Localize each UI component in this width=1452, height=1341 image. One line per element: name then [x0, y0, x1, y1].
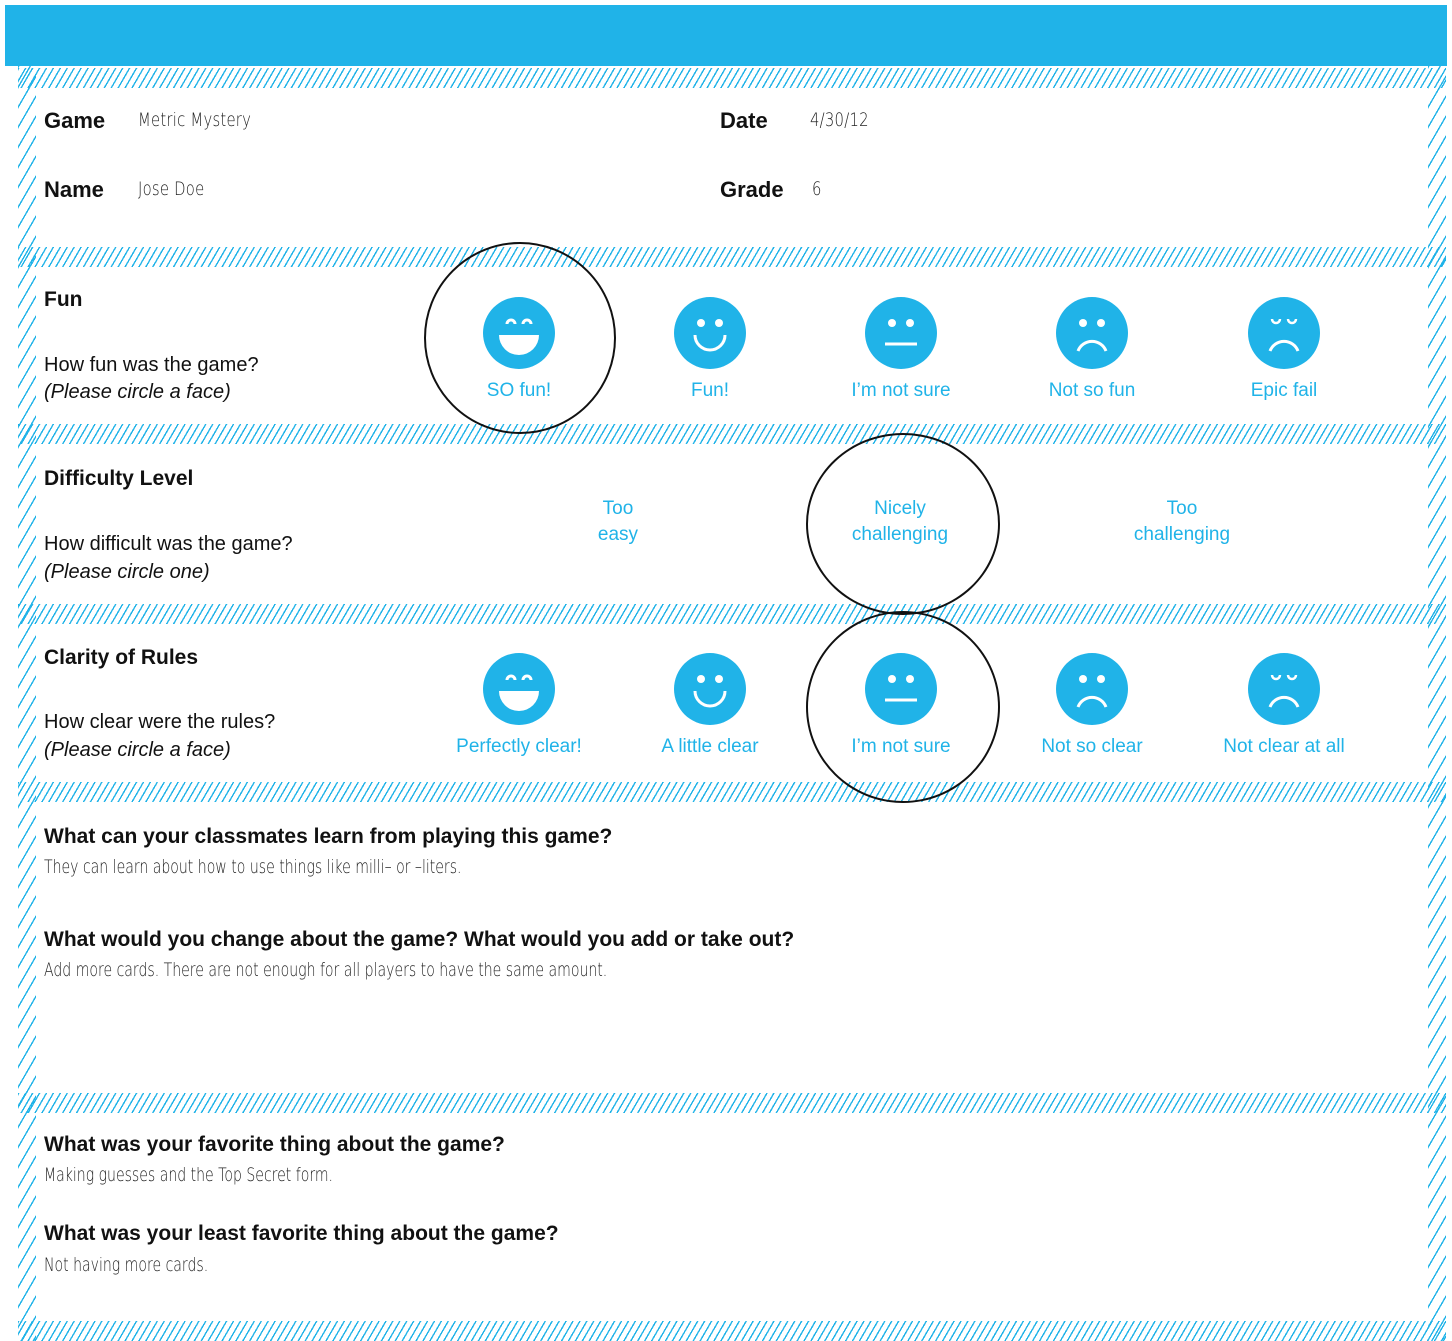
- difficulty-option-too-easy[interactable]: Too easy: [508, 496, 728, 548]
- divider-top: [18, 68, 1446, 88]
- divider-bottom: [18, 1321, 1446, 1341]
- grade-value[interactable]: 6: [812, 178, 822, 200]
- fun-selection-circle: [424, 242, 616, 434]
- clarity-question: How clear were the rules?: [44, 711, 276, 733]
- clarity-option-label: A little clear: [661, 736, 759, 757]
- top-banner: [5, 5, 1447, 66]
- clarity-title: Clarity of Rules: [44, 646, 199, 669]
- fun-instruction: (Please circle a face): [44, 381, 231, 403]
- neutral-face-icon: [865, 297, 937, 369]
- change-question: What would you change about the game? Wh…: [44, 928, 795, 951]
- difficulty-question: How difficult was the game?: [44, 533, 293, 555]
- date-label: Date: [720, 108, 768, 133]
- option-line: Too: [1166, 498, 1198, 519]
- very-happy-face-icon: [483, 653, 555, 725]
- difficulty-selection-circle: [806, 433, 1000, 615]
- game-value[interactable]: Metric Mystery: [138, 109, 251, 131]
- option-line: challenging: [1133, 524, 1231, 545]
- divider-4: [18, 782, 1446, 802]
- least-favorite-answer[interactable]: Not having more cards.: [44, 1254, 208, 1276]
- difficulty-option-too-challenging[interactable]: Too challenging: [1072, 496, 1292, 548]
- option-line: easy: [597, 524, 639, 545]
- date-value[interactable]: 4/30/12: [810, 109, 869, 131]
- learn-answer[interactable]: They can learn about how to use things l…: [44, 856, 462, 878]
- sad-face-icon: [1056, 653, 1128, 725]
- favorite-question: What was your favorite thing about the g…: [44, 1133, 505, 1156]
- clarity-instruction: (Please circle a face): [44, 739, 231, 761]
- name-value[interactable]: Jose Doe: [138, 178, 204, 200]
- option-line: Too: [602, 498, 634, 519]
- happy-face-icon: [674, 653, 746, 725]
- change-answer[interactable]: Add more cards. There are not enough for…: [44, 959, 607, 981]
- difficulty-instruction: (Please circle one): [44, 561, 210, 583]
- very-sad-face-icon: [1248, 297, 1320, 369]
- game-label: Game: [44, 108, 106, 133]
- fun-title: Fun: [44, 288, 83, 311]
- happy-face-icon: [674, 297, 746, 369]
- fun-question: How fun was the game?: [44, 354, 259, 376]
- clarity-option-label: Not clear at all: [1223, 736, 1345, 757]
- fun-option-label: Fun!: [690, 380, 730, 401]
- divider-3: [18, 604, 1446, 624]
- difficulty-title: Difficulty Level: [44, 467, 194, 490]
- clarity-option-label: Perfectly clear!: [456, 736, 582, 757]
- divider-1: [18, 247, 1446, 267]
- favorite-answer[interactable]: Making guesses and the Top Secret form.: [44, 1164, 333, 1186]
- least-favorite-question: What was your least favorite thing about…: [44, 1222, 559, 1245]
- fun-option-label: Not so fun: [1048, 380, 1136, 401]
- clarity-option-label: Not so clear: [1041, 736, 1143, 757]
- name-label: Name: [44, 177, 104, 202]
- sad-face-icon: [1056, 297, 1128, 369]
- fun-option-label: Epic fail: [1250, 380, 1318, 401]
- clarity-selection-circle: [806, 611, 1000, 803]
- fun-option-label: I’m not sure: [851, 380, 951, 401]
- divider-2: [18, 424, 1446, 444]
- learn-question: What can your classmates learn from play…: [44, 825, 613, 848]
- divider-5: [18, 1093, 1446, 1113]
- very-sad-face-icon: [1248, 653, 1320, 725]
- grade-label: Grade: [720, 177, 784, 202]
